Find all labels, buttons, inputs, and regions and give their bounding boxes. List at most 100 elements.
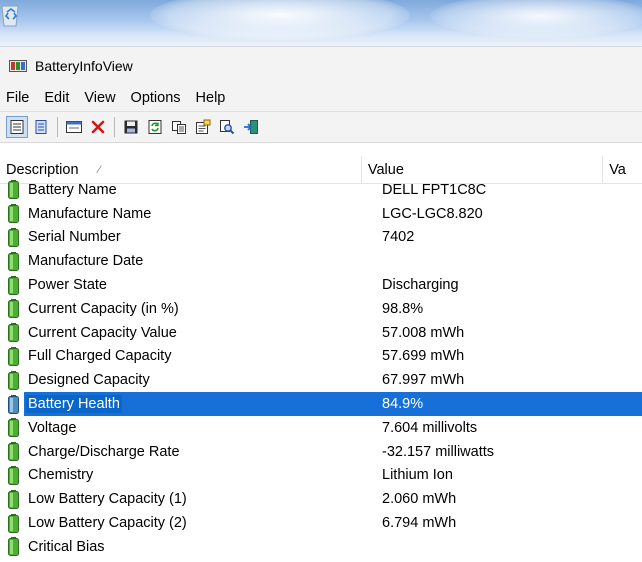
battery-icon (8, 251, 19, 271)
row-description: Manufacture Name (28, 205, 152, 222)
general-info-mode-button[interactable] (6, 116, 28, 138)
recycle-bin-icon[interactable] (0, 2, 22, 28)
row-value: 57.008 mWh (382, 324, 465, 341)
row-description: Low Battery Capacity (2) (28, 515, 187, 532)
battery-app-icon (9, 60, 27, 72)
menu-bar: File Edit View Options Help (0, 85, 642, 112)
row-description: Critical Bias (28, 538, 105, 555)
battery-icon (8, 465, 19, 485)
find-button[interactable] (216, 116, 238, 138)
list-row[interactable]: Power State Discharging (0, 273, 642, 297)
battery-info-window: BatteryInfoView File Edit View Options H… (0, 46, 642, 562)
row-value: 6.794 mWh (382, 515, 457, 532)
row-value: -32.157 milliwatts (382, 443, 495, 460)
copy-icon (172, 121, 186, 134)
column-header-description-label: Description (6, 161, 79, 178)
list-row[interactable]: Serial Number 7402 (0, 226, 642, 250)
exit-button[interactable] (240, 116, 262, 138)
menu-edit[interactable]: Edit (37, 90, 77, 106)
title-bar[interactable]: BatteryInfoView (0, 47, 642, 85)
clear-log-button[interactable] (63, 116, 85, 138)
search-icon (220, 120, 235, 135)
properties-icon (196, 119, 211, 134)
row-description: Current Capacity (in %) (28, 300, 179, 317)
list-row[interactable]: Charge/Discharge Rate -32.157 milliwatts (0, 440, 642, 464)
toolbar-separator (114, 117, 115, 137)
battery-icon (8, 394, 19, 414)
window-icon (66, 121, 82, 133)
battery-icon (8, 489, 19, 509)
list-row[interactable]: Manufacture Date (0, 249, 642, 273)
row-description: Battery Health (26, 395, 122, 414)
list-row[interactable]: Manufacture Name LGC-LGC8.820 (0, 202, 642, 226)
list-row[interactable]: Chemistry Lithium Ion (0, 464, 642, 488)
row-description: Low Battery Capacity (1) (28, 491, 187, 508)
list-row[interactable]: Battery Name DELL FPT1C8C (0, 178, 642, 202)
row-description: Chemistry (28, 467, 94, 484)
row-description: Full Charged Capacity (28, 348, 172, 365)
list-row[interactable]: Voltage 7.604 millivolts (0, 416, 642, 440)
row-value: 7402 (382, 229, 415, 246)
list-row[interactable]: Designed Capacity 67.997 mWh (0, 368, 642, 392)
row-value: LGC-LGC8.820 (382, 205, 483, 222)
list-row[interactable]: Current Capacity (in %) 98.8% (0, 297, 642, 321)
save-disk-icon (124, 120, 138, 134)
list-row[interactable]: Critical Bias (0, 535, 642, 559)
battery-icon (8, 299, 19, 319)
row-value: 67.997 mWh (382, 372, 465, 389)
menu-help[interactable]: Help (189, 90, 234, 106)
battery-icon (8, 537, 19, 557)
battery-icon (8, 227, 19, 247)
battery-icon (8, 513, 19, 533)
battery-info-list: Battery Name DELL FPT1C8C Manufacture Nam… (0, 178, 642, 559)
row-description: Voltage (28, 419, 77, 436)
sort-ascending-icon: ⁄ (98, 163, 101, 176)
battery-icon (8, 442, 19, 462)
row-description: Power State (28, 277, 107, 294)
battery-icon (8, 346, 19, 366)
battery-icon (8, 418, 19, 438)
row-value: Lithium Ion (382, 467, 453, 484)
cloud (150, 0, 410, 40)
row-value: DELL FPT1C8C (382, 181, 487, 198)
menu-file[interactable]: File (0, 90, 37, 106)
list-row[interactable]: Low Battery Capacity (2) 6.794 mWh (0, 511, 642, 535)
row-description: Manufacture Date (28, 253, 144, 270)
copy-button[interactable] (168, 116, 190, 138)
row-description: Current Capacity Value (28, 324, 177, 341)
column-header-value-label: Value (367, 161, 404, 178)
battery-icon (8, 204, 19, 224)
list-view-icon (10, 120, 24, 134)
list-row-selected[interactable]: Battery Health 84.9% (0, 392, 642, 416)
row-description: Charge/Discharge Rate (28, 443, 180, 460)
list-row[interactable]: Full Charged Capacity 57.699 mWh (0, 345, 642, 369)
row-value: 84.9% (382, 396, 424, 413)
battery-log-mode-button[interactable] (30, 116, 52, 138)
window-title: BatteryInfoView (35, 58, 133, 74)
delete-button[interactable] (87, 116, 109, 138)
refresh-button[interactable] (144, 116, 166, 138)
exit-door-icon (244, 120, 258, 134)
column-header-extra-label: Va (609, 161, 626, 178)
row-value: 98.8% (382, 300, 424, 317)
battery-icon (8, 323, 19, 343)
cloud (430, 0, 642, 38)
list-row[interactable]: Current Capacity Value 57.008 mWh (0, 321, 642, 345)
row-description: Designed Capacity (28, 372, 150, 389)
toolbar (0, 112, 642, 143)
battery-icon (8, 370, 19, 390)
refresh-icon (148, 120, 162, 134)
row-value: 2.060 mWh (382, 491, 457, 508)
toolbar-separator (57, 117, 58, 137)
row-value: 57.699 mWh (382, 348, 465, 365)
list-row[interactable]: Low Battery Capacity (1) 2.060 mWh (0, 487, 642, 511)
save-button[interactable] (120, 116, 142, 138)
menu-view[interactable]: View (77, 90, 123, 106)
delete-x-icon (91, 120, 105, 134)
row-description: Serial Number (28, 229, 121, 246)
menu-options[interactable]: Options (124, 90, 189, 106)
battery-icon (8, 180, 19, 200)
properties-button[interactable] (192, 116, 214, 138)
row-description: Battery Name (28, 181, 117, 198)
battery-icon (8, 275, 19, 295)
